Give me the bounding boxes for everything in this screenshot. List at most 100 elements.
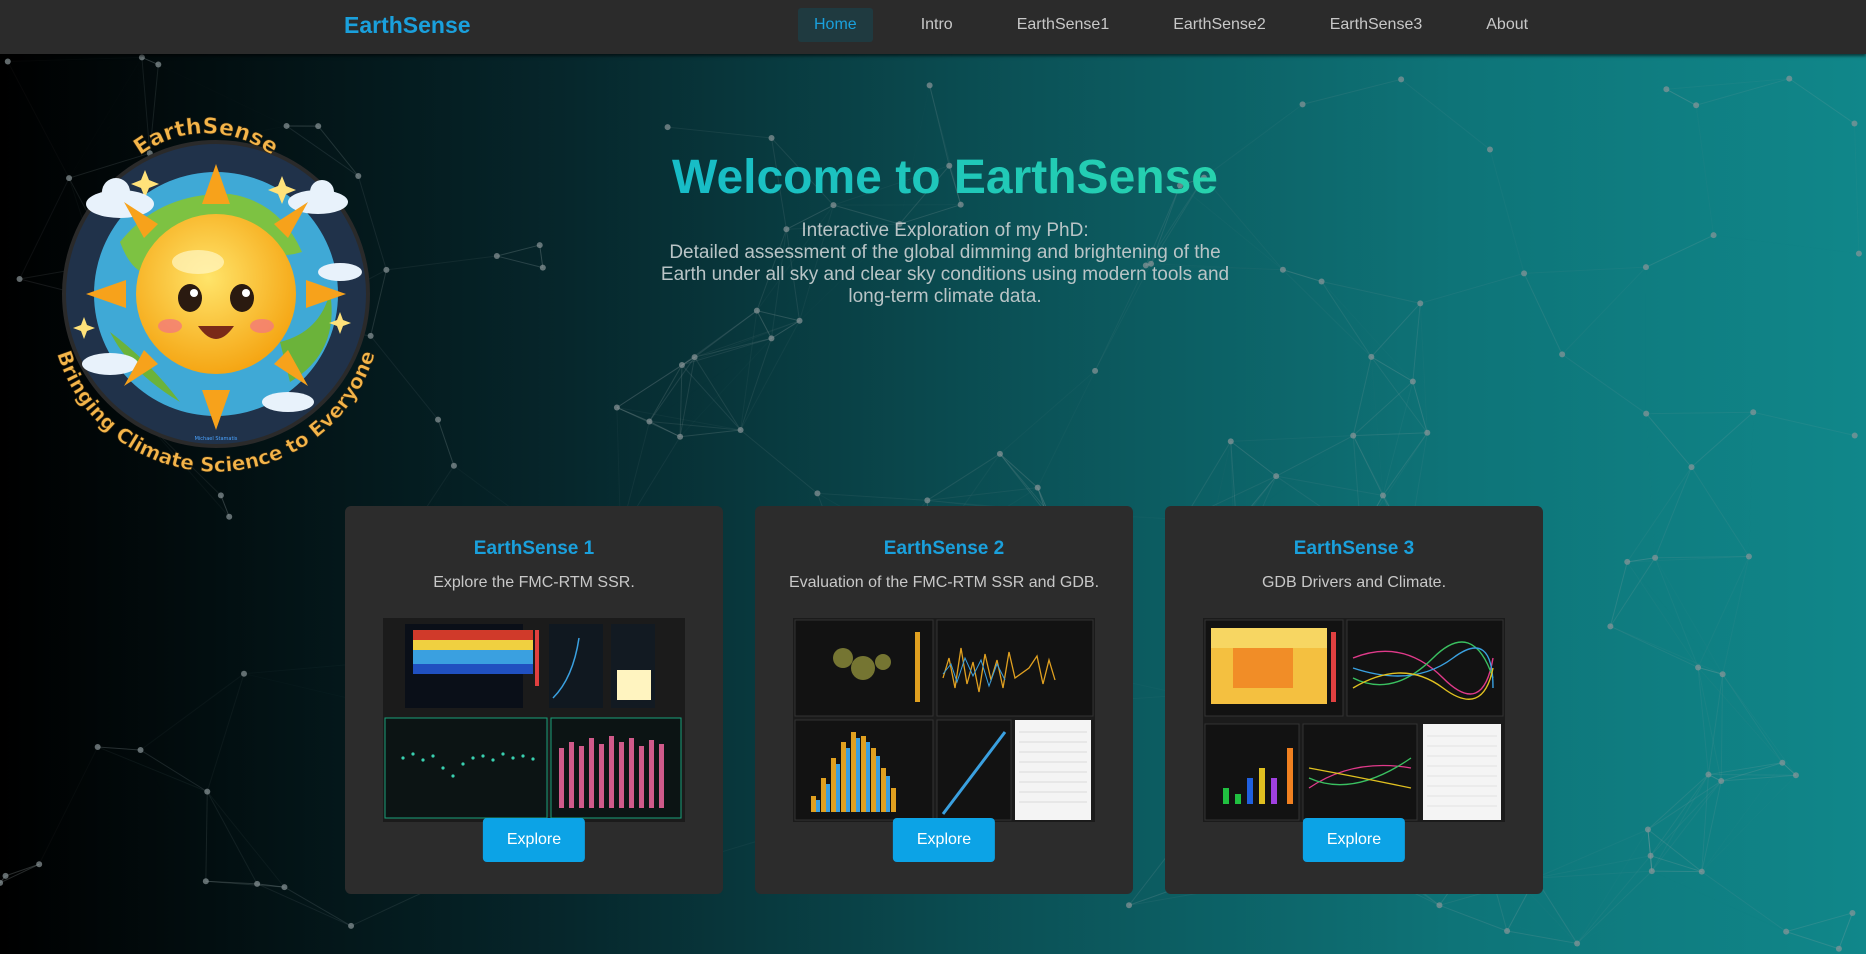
network-node bbox=[768, 135, 775, 142]
network-node bbox=[1559, 351, 1566, 358]
explore-button[interactable]: Explore bbox=[1302, 818, 1406, 862]
network-link bbox=[284, 886, 352, 927]
network-link bbox=[680, 437, 817, 494]
network-link bbox=[539, 245, 544, 268]
network-node bbox=[155, 61, 162, 68]
network-node bbox=[1521, 270, 1528, 277]
card-title: EarthSense 3 bbox=[1293, 538, 1415, 559]
network-node bbox=[1855, 250, 1862, 257]
network-node bbox=[1693, 102, 1700, 109]
network-node bbox=[1574, 940, 1581, 947]
network-link bbox=[1382, 432, 1428, 496]
network-node bbox=[1745, 553, 1752, 560]
network-node bbox=[435, 416, 442, 423]
network-link bbox=[1753, 411, 1855, 436]
network-link bbox=[681, 320, 800, 366]
hero-subtitle-line: Detailed assessment of the global dimmin… bbox=[669, 242, 1221, 263]
network-link bbox=[1647, 829, 1653, 872]
network-node bbox=[1718, 778, 1725, 785]
nav-item-home[interactable]: Home bbox=[798, 8, 873, 42]
nav-item-about[interactable]: About bbox=[1470, 8, 1544, 42]
network-link bbox=[1276, 475, 1384, 496]
network-link bbox=[1353, 432, 1428, 437]
network-node bbox=[613, 404, 620, 411]
network-node bbox=[137, 747, 144, 754]
network-link bbox=[1370, 302, 1421, 358]
network-link bbox=[1230, 435, 1354, 442]
network-link bbox=[206, 673, 245, 792]
network-link bbox=[1691, 466, 1750, 557]
network-node bbox=[4, 58, 11, 65]
network-node bbox=[2, 872, 9, 879]
network-link bbox=[648, 364, 683, 422]
network-node bbox=[1642, 264, 1649, 271]
network-node bbox=[691, 354, 698, 361]
network-node bbox=[493, 253, 500, 260]
network-link bbox=[1707, 674, 1724, 775]
brand-link[interactable]: EarthSense bbox=[344, 12, 471, 39]
network-link bbox=[1627, 414, 1646, 562]
network-link bbox=[1722, 556, 1750, 675]
network-node bbox=[1436, 902, 1443, 909]
network-link bbox=[1275, 435, 1354, 477]
navbar: EarthSense Home Intro EarthSense1 EarthS… bbox=[0, 0, 1866, 54]
card-description: Evaluation of the FMC-RTM SSR and GDB. bbox=[788, 574, 1100, 591]
network-link bbox=[1609, 561, 1628, 627]
network-node bbox=[1663, 86, 1670, 93]
explore-button[interactable]: Explore bbox=[482, 818, 586, 862]
network-node bbox=[1126, 902, 1133, 909]
network-link bbox=[97, 746, 208, 793]
network-link bbox=[1720, 674, 1724, 782]
network-link bbox=[8, 57, 142, 61]
network-link bbox=[1371, 356, 1414, 382]
network-link bbox=[1651, 774, 1709, 872]
network-link bbox=[667, 126, 772, 139]
network-node bbox=[0, 879, 4, 886]
network-node bbox=[1688, 464, 1695, 471]
explore-button[interactable]: Explore bbox=[892, 818, 996, 862]
network-link bbox=[496, 255, 543, 269]
network-node bbox=[796, 317, 803, 324]
network-link bbox=[1535, 829, 1649, 879]
dashboard-screenshot-2-icon bbox=[793, 618, 1095, 822]
network-link bbox=[1577, 830, 1648, 944]
network-link bbox=[1646, 411, 1754, 415]
network-link bbox=[1691, 411, 1754, 468]
network-link bbox=[1353, 303, 1420, 435]
network-link bbox=[1322, 282, 1413, 382]
network-node bbox=[1779, 759, 1786, 766]
card-earthsense-3: EarthSense 3 GDB Drivers and Climate. Ex… bbox=[1165, 506, 1543, 894]
network-node bbox=[217, 492, 224, 499]
network-link bbox=[5, 863, 40, 877]
network-node bbox=[240, 670, 247, 677]
network-link bbox=[1702, 775, 1796, 871]
network-node bbox=[1792, 772, 1799, 779]
network-node bbox=[226, 513, 233, 520]
network-link bbox=[1708, 762, 1783, 776]
network-node bbox=[1424, 429, 1431, 436]
nav-item-earthsense2[interactable]: EarthSense2 bbox=[1157, 8, 1282, 42]
network-node bbox=[1417, 300, 1424, 307]
network-node bbox=[1643, 410, 1650, 417]
network-link bbox=[140, 673, 245, 751]
network-node bbox=[1299, 101, 1306, 108]
card-description: GDB Drivers and Climate. bbox=[1261, 574, 1447, 591]
nav-item-earthsense3[interactable]: EarthSense3 bbox=[1314, 8, 1439, 42]
network-link bbox=[694, 356, 742, 431]
network-link bbox=[616, 407, 650, 422]
network-link bbox=[1666, 88, 1697, 106]
network-link bbox=[1230, 440, 1277, 477]
network-node bbox=[768, 335, 775, 342]
network-node bbox=[1786, 75, 1793, 82]
network-link bbox=[616, 407, 741, 431]
nav-item-earthsense1[interactable]: EarthSense1 bbox=[1001, 8, 1126, 42]
network-link bbox=[1697, 667, 1783, 764]
network-node bbox=[138, 54, 145, 61]
hero: Welcome to EarthSense Interactive Explor… bbox=[580, 148, 1310, 308]
network-link bbox=[205, 880, 285, 888]
network-link bbox=[256, 883, 352, 927]
network-link bbox=[496, 244, 540, 257]
network-link bbox=[1646, 414, 1655, 558]
nav-item-intro[interactable]: Intro bbox=[905, 8, 969, 42]
network-link bbox=[1722, 673, 1797, 776]
